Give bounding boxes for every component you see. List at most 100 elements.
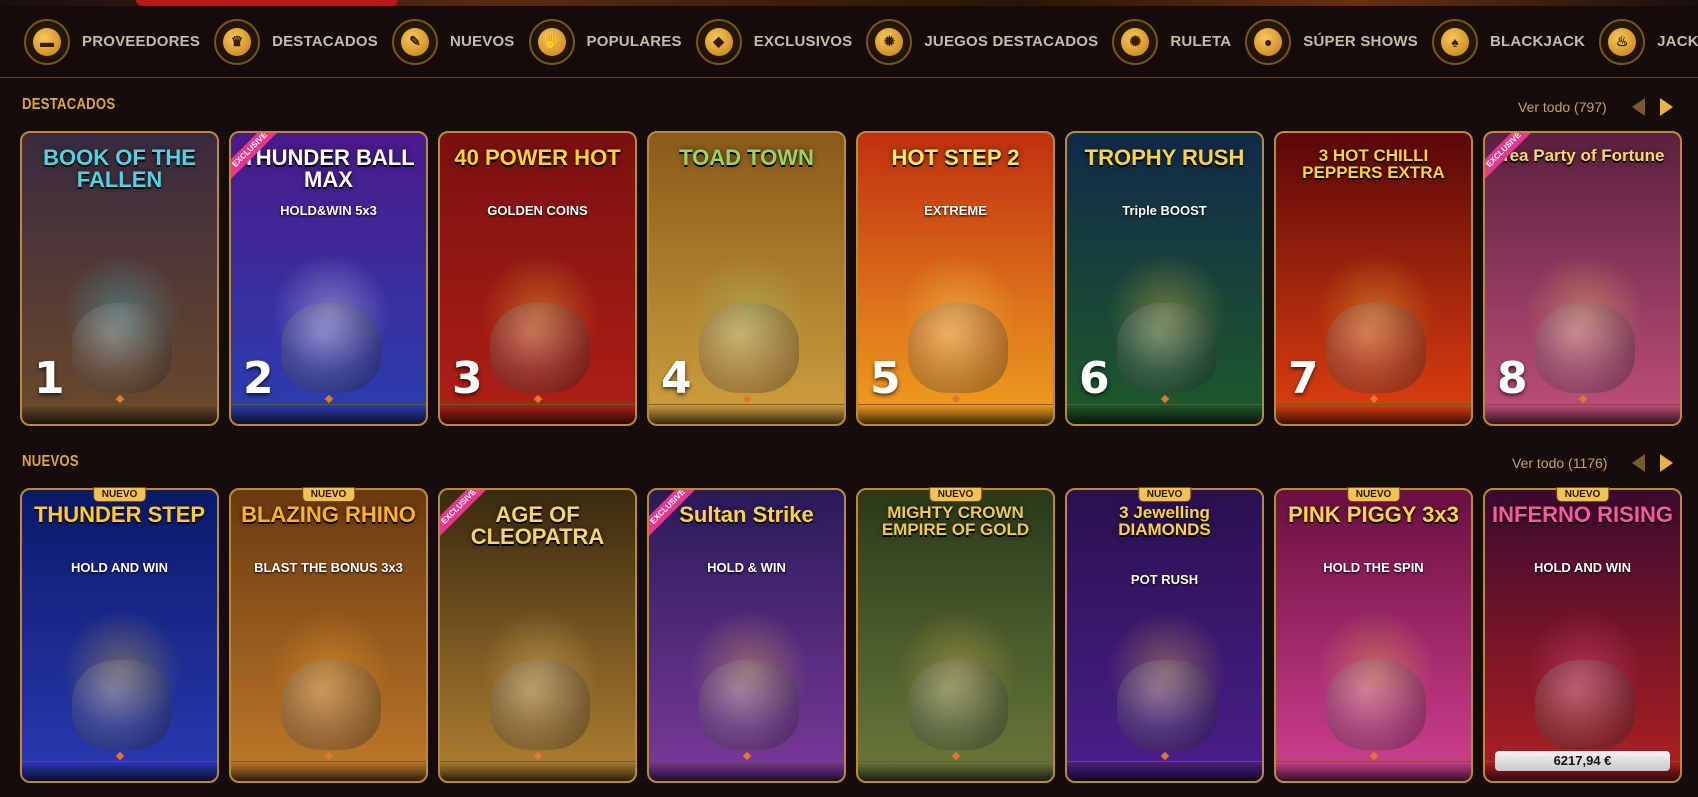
game-card[interactable]: INFERNO RISING HOLD AND WIN 6217,94 € — [1483, 488, 1682, 783]
tag-icon-glyph: ✎ — [400, 27, 429, 56]
game-subtitle: POT RUSH — [1130, 572, 1199, 587]
game-title: THUNDER STEP — [33, 502, 206, 527]
diamond-icon: ◆ — [695, 18, 742, 65]
game-subtitle: BLAST THE BONUS 3x3 — [254, 560, 403, 575]
card-footer — [1276, 761, 1471, 781]
card-footer — [1276, 404, 1471, 424]
rank-number: 6 — [1079, 353, 1110, 404]
game-subtitle: GOLDEN COINS — [487, 203, 588, 218]
tag-icon: ✎ — [391, 18, 438, 65]
rank-number: 8 — [1497, 353, 1528, 404]
roulette-icon: ✺ — [1112, 18, 1159, 65]
game-artwork — [22, 490, 217, 781]
star-badge-icon-glyph: ✹ — [875, 27, 904, 56]
category-label: SÚPER SHOWS — [1303, 33, 1418, 50]
category-proveedores[interactable]: ▬ PROVEEDORES — [24, 18, 200, 65]
prev-arrow-destacados[interactable] — [1632, 98, 1645, 116]
roulette-icon-glyph: ✺ — [1121, 27, 1150, 56]
section-title-destacados: DESTACADOS — [22, 96, 116, 113]
rank-number: 5 — [870, 353, 901, 404]
game-card[interactable]: 3 Jewelling DIAMONDS POT RUSH — [1065, 488, 1264, 783]
game-card[interactable]: TROPHY RUSH Triple BOOST 6 — [1065, 131, 1264, 426]
folder-icon: ▬ — [24, 18, 70, 65]
category-nuevos[interactable]: ✎ NUEVOS — [391, 18, 515, 65]
game-card[interactable]: PINK PIGGY 3x3 HOLD THE SPIN — [1274, 488, 1473, 783]
game-title: Tea Party of Fortune — [1500, 146, 1665, 165]
category-ruleta[interactable]: ✺ RULETA — [1112, 18, 1231, 65]
next-arrow-nuevos[interactable] — [1660, 454, 1673, 472]
rank-number: 1 — [34, 353, 65, 404]
game-card[interactable]: Tea Party of Fortune EXCLUSIVE 8 — [1483, 131, 1682, 426]
rank-number: 4 — [661, 353, 692, 404]
game-card[interactable]: TOAD TOWN 4 — [647, 131, 846, 426]
game-card-wrapper: BLAZING RHINO BLAST THE BONUS 3x3 NUEVO — [229, 487, 428, 783]
rank-number: 7 — [1288, 353, 1319, 404]
game-card[interactable]: 3 HOT CHILLI PEPPERS EXTRA 7 — [1274, 131, 1473, 426]
game-card-wrapper: PINK PIGGY 3x3 HOLD THE SPIN NUEVO — [1274, 487, 1473, 783]
microphone-icon: ● — [1245, 18, 1292, 65]
game-subtitle: HOLD&WIN 5x3 — [280, 203, 377, 218]
rank-number: 2 — [243, 353, 274, 404]
prev-arrow-nuevos[interactable] — [1632, 454, 1645, 472]
game-artwork — [1276, 490, 1471, 781]
game-subtitle: EXTREME — [924, 203, 987, 218]
new-badge: NUEVO — [1555, 487, 1610, 502]
game-card[interactable]: MIGHTY CROWN EMPIRE OF GOLD — [856, 488, 1055, 783]
new-badge: NUEVO — [1137, 487, 1192, 502]
category-súper-shows[interactable]: ● SÚPER SHOWS — [1245, 18, 1418, 65]
game-card[interactable]: BOOK OF THE FALLEN 1 — [20, 131, 219, 426]
card-footer — [231, 404, 426, 424]
jackpot-amount: 6217,94 € — [1495, 751, 1670, 771]
folder-icon-glyph: ▬ — [33, 27, 61, 56]
game-card[interactable]: 40 POWER HOT GOLDEN COINS 3 — [438, 131, 637, 426]
category-blackjack[interactable]: ♠ BLACKJACK — [1432, 18, 1586, 65]
crown-icon: ♛ — [214, 18, 261, 65]
category-label: EXCLUSIVOS — [753, 33, 853, 50]
card-footer — [649, 761, 844, 781]
game-card-wrapper: MIGHTY CROWN EMPIRE OF GOLD NUEVO — [856, 487, 1055, 783]
crown-icon-glyph: ♛ — [223, 27, 252, 56]
game-card-wrapper: INFERNO RISING HOLD AND WIN 6217,94 € NUEVO — [1483, 487, 1682, 783]
game-title: Sultan Strike — [679, 502, 814, 527]
game-subtitle: Triple BOOST — [1122, 203, 1207, 218]
game-card[interactable]: HOT STEP 2 EXTREME 5 — [856, 131, 1055, 426]
category-populares[interactable]: ✋ POPULARES — [528, 18, 682, 65]
category-destacados[interactable]: ♛ DESTACADOS — [214, 18, 378, 65]
category-bar: ▬ PROVEEDORES ♛ DESTACADOS ✎ NUEVOS ✋ POPULARES… — [0, 6, 1698, 78]
game-title: 40 POWER HOT — [454, 145, 621, 170]
card-footer — [1485, 404, 1680, 424]
game-title: TOAD TOWN — [679, 145, 814, 170]
category-exclusivos[interactable]: ◆ EXCLUSIVOS — [695, 18, 853, 65]
game-card[interactable]: THUNDER BALL MAX HOLD&WIN 5x3 EXCLUSIVE 2 — [229, 131, 428, 426]
category-label: BLACKJACK — [1490, 33, 1586, 50]
category-juegos-destacados[interactable]: ✹ JUEGOS DESTACADOS — [866, 18, 1098, 65]
card-footer — [22, 761, 217, 781]
category-jackpots-cali[interactable]: ♨ JACKPOTS CALI — [1599, 18, 1698, 65]
game-card[interactable]: AGE OF CLEOPATRA EXCLUSIVE — [438, 488, 637, 783]
game-card[interactable]: Sultan Strike HOLD & WIN EXCLUSIVE — [647, 488, 846, 783]
game-artwork — [649, 490, 844, 781]
ver-todo-nuevos-link[interactable]: Ver todo (1176) — [1512, 455, 1607, 471]
card-footer — [858, 404, 1053, 424]
card-footer — [231, 761, 426, 781]
card-footer — [440, 761, 635, 781]
game-card[interactable]: THUNDER STEP HOLD AND WIN — [20, 488, 219, 783]
ver-todo-destacados-link[interactable]: Ver todo (797) — [1518, 99, 1607, 115]
game-title: INFERNO RISING — [1492, 502, 1673, 527]
section-title-nuevos: NUEVOS — [22, 453, 79, 470]
category-label: DESTACADOS — [272, 33, 378, 50]
new-badge: NUEVO — [1346, 487, 1401, 502]
game-card[interactable]: BLAZING RHINO BLAST THE BONUS 3x3 — [229, 488, 428, 783]
game-subtitle: HOLD AND WIN — [70, 560, 168, 575]
game-subtitle: HOLD AND WIN — [1533, 560, 1631, 575]
game-card-wrapper: Sultan Strike HOLD & WIN EXCLUSIVE — [647, 488, 846, 783]
card-footer — [649, 404, 844, 424]
new-badge: NUEVO — [92, 487, 147, 502]
card-footer — [1067, 761, 1262, 781]
card-footer — [22, 404, 217, 424]
card-footer — [1067, 404, 1262, 424]
next-arrow-destacados[interactable] — [1660, 98, 1673, 116]
category-label: NUEVOS — [449, 33, 515, 50]
new-badge: NUEVO — [928, 487, 983, 502]
game-title: PINK PIGGY 3x3 — [1288, 502, 1459, 527]
